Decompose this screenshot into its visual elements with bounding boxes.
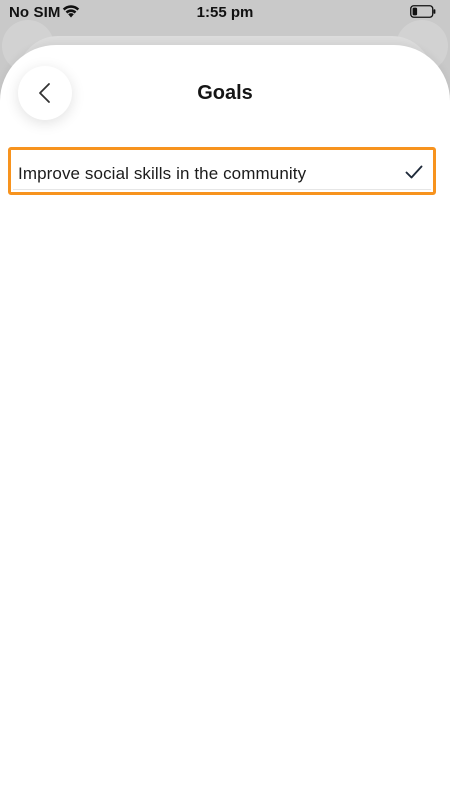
goal-list-item[interactable]: Improve social skills in the community — [8, 147, 436, 195]
screen: No SIM 1:55 pm Goals Improve social skil… — [0, 0, 450, 800]
page-title: Goals — [197, 82, 253, 104]
checkmark-icon — [405, 165, 423, 179]
status-bar: No SIM 1:55 pm — [0, 0, 450, 26]
goals-sheet: Goals Improve social skills in the commu… — [0, 45, 450, 800]
goal-row: Improve social skills in the community — [13, 152, 431, 190]
battery-icon — [410, 5, 436, 18]
clock: 1:55 pm — [196, 4, 254, 21]
goal-label: Improve social skills in the community — [18, 164, 307, 183]
